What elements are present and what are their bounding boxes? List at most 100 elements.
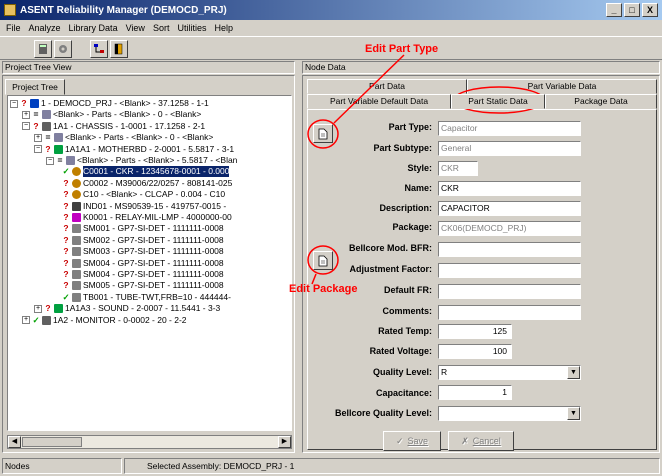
- tab-package-data[interactable]: Package Data: [545, 94, 657, 109]
- tree-row[interactable]: ? SM002 - GP7-SI-DET - 1111111-0008: [62, 235, 224, 246]
- tree-row[interactable]: −? 1A1 - CHASSIS - 1-0001 - 17.1258 - 2-1: [22, 121, 205, 132]
- menu-file[interactable]: File: [2, 23, 25, 33]
- menu-sort[interactable]: Sort: [149, 23, 174, 33]
- collapse-icon[interactable]: −: [22, 122, 30, 131]
- switch-icon: [72, 258, 81, 268]
- switch-icon: [72, 247, 81, 257]
- switch-icon: [72, 224, 81, 234]
- status-mark: ?: [63, 223, 69, 234]
- tree-row[interactable]: −? 1A1A1 - MOTHERBD - 2-0001 - 5.5817 - 3…: [34, 144, 234, 155]
- inductor-icon: [72, 201, 81, 211]
- tree-row-label: 1A1 - CHASSIS - 1-0001 - 17.1258 - 2-1: [53, 120, 206, 131]
- tree-row[interactable]: ✓ C0001 - CKR - 12345678-0001 - 0.000: [62, 166, 230, 178]
- tree-button[interactable]: [90, 40, 108, 58]
- status-mark: =: [57, 155, 63, 165]
- tree-icon: [94, 44, 104, 53]
- tree-row[interactable]: ? SM004 - GP7-SI-DET - 1111111-0008: [62, 269, 224, 280]
- gear-icon: [59, 45, 67, 53]
- rated-voltage-field[interactable]: 100: [438, 344, 512, 359]
- app-icon: [4, 4, 16, 16]
- tree-row[interactable]: ? IND01 - MS90539-15 - 419757-0015 -: [62, 201, 226, 212]
- tab-project-tree[interactable]: Project Tree: [5, 79, 65, 95]
- project-tree-panel: Project Tree −? 1 - DEMOCD_PRJ - <Blank> …: [2, 75, 295, 453]
- tree-row[interactable]: ? K0001 - RELAY-MIL-LMP - 4000000-00: [62, 212, 232, 223]
- bellcore-bfr-label: Bellcore Mod. BFR:: [348, 243, 432, 253]
- adjustment-factor-field[interactable]: [438, 263, 581, 278]
- tree-row[interactable]: ? C0002 - M39006/22/0257 - 808141-025: [62, 178, 232, 189]
- tree-row[interactable]: ? SM004 - GP7-SI-DET - 1111111-0008: [62, 258, 224, 269]
- menu-help[interactable]: Help: [210, 23, 237, 33]
- panel-splitter[interactable]: [297, 75, 301, 453]
- bellcore-quality-level-select[interactable]: ▼: [438, 406, 581, 421]
- board-icon: [54, 304, 63, 314]
- tree-row[interactable]: − = <Blank> - Parts - <Blank> - 5.5817 - <…: [46, 155, 237, 166]
- status-mark: ?: [63, 269, 69, 279]
- expand-icon[interactable]: +: [22, 110, 30, 119]
- menu-analyze[interactable]: Analyze: [25, 23, 65, 33]
- scroll-left-icon[interactable]: ◀: [8, 436, 21, 448]
- capacitance-label: Capacitance:: [375, 388, 432, 398]
- settings-button[interactable]: [54, 40, 72, 58]
- close-button[interactable]: X: [642, 3, 658, 17]
- cancel-button[interactable]: ✗ Cancel: [448, 431, 514, 451]
- default-fr-field[interactable]: [438, 284, 581, 299]
- default-fr-label: Default FR:: [384, 285, 432, 295]
- tree-row[interactable]: ✓ TB001 - TUBE-TWT,FRB=10 - 444444-: [62, 292, 231, 303]
- cancel-icon: ✗: [461, 435, 469, 446]
- collapse-icon[interactable]: −: [10, 99, 18, 108]
- expand-icon[interactable]: +: [22, 316, 30, 325]
- tab-part-static-data[interactable]: Part Static Data: [451, 94, 545, 109]
- tree-row-label: 1A1A3 - SOUND - 2-0007 - 11.5441 - 3-3: [65, 303, 221, 314]
- menu-library-data[interactable]: Library Data: [65, 23, 122, 33]
- name-field[interactable]: CKR: [438, 181, 581, 196]
- tree-row[interactable]: + ✓ 1A2 - MONITOR - 0-0002 - 20 - 2-2: [22, 315, 187, 326]
- capacitance-field[interactable]: 1: [438, 385, 512, 400]
- tab-part-variable-data[interactable]: Part Variable Data: [467, 79, 657, 94]
- chevron-down-icon[interactable]: ▼: [567, 366, 580, 379]
- status-mark: ?: [45, 303, 51, 314]
- tree-row-label: C10 - <Blank> - CLCAP - 0.004 - C10: [83, 189, 226, 200]
- tree-row[interactable]: ? SM001 - GP7-SI-DET - 1111111-0008: [62, 223, 224, 234]
- tree-row[interactable]: ? SM005 - GP7-SI-DET - 1111111-0008: [62, 280, 224, 291]
- chassis-icon: [42, 121, 51, 131]
- tree-row[interactable]: + = <Blank> - Parts - <Blank> - 0 - <Blank…: [34, 132, 213, 143]
- edit-package-button[interactable]: [313, 251, 333, 270]
- minimize-button[interactable]: _: [606, 3, 622, 17]
- menu-view[interactable]: View: [122, 23, 149, 33]
- scroll-thumb[interactable]: [22, 437, 82, 447]
- exit-button[interactable]: [110, 40, 128, 58]
- quality-level-select[interactable]: R ▼: [438, 365, 581, 380]
- maximize-button[interactable]: □: [624, 3, 640, 17]
- tree-row[interactable]: −? 1 - DEMOCD_PRJ - <Blank> - 37.1258 - 1…: [10, 98, 209, 109]
- tree-row-label: <Blank> - Parts - <Blank> - 0 - <Blank>: [53, 109, 202, 120]
- tree-row[interactable]: + = <Blank> - Parts - <Blank> - 0 - <Blank…: [22, 109, 201, 120]
- tree-row-label: 1A2 - MONITOR - 0-0002 - 20 - 2-2: [53, 314, 187, 325]
- tree-row-label: <Blank> - Parts - <Blank> - 5.5817 - <Bl…: [77, 155, 238, 165]
- calculator-button[interactable]: [34, 40, 52, 58]
- expand-icon[interactable]: +: [34, 304, 42, 313]
- collapse-icon[interactable]: −: [34, 145, 42, 154]
- tree-row-label: SM004 - GP7-SI-DET - 1111111-0008: [83, 257, 224, 268]
- chevron-down-icon[interactable]: ▼: [567, 407, 580, 420]
- bellcore-bfr-field[interactable]: [438, 242, 581, 257]
- status-mark: ?: [63, 177, 69, 188]
- style-field: CKR: [438, 161, 478, 176]
- tree-row[interactable]: +? 1A1A3 - SOUND - 2-0007 - 11.5441 - 3-3: [34, 303, 220, 314]
- edit-part-type-button[interactable]: [313, 124, 333, 143]
- menu-utilities[interactable]: Utilities: [173, 23, 210, 33]
- status-mark: ?: [21, 98, 27, 108]
- expand-icon[interactable]: +: [34, 133, 42, 142]
- horizontal-scrollbar[interactable]: ◀ ▶: [7, 435, 292, 449]
- tree-row[interactable]: ? C10 - <Blank> - CLCAP - 0.004 - C10: [62, 189, 225, 200]
- comments-field[interactable]: [438, 305, 581, 320]
- description-field[interactable]: CAPACITOR: [438, 201, 581, 216]
- tree-row-label: SM005 - GP7-SI-DET - 1111111-0008: [83, 280, 224, 291]
- rated-temp-field[interactable]: 125: [438, 324, 512, 339]
- collapse-icon[interactable]: −: [46, 156, 54, 165]
- tree-row-label: <Blank> - Parts - <Blank> - 0 - <Blank>: [65, 132, 214, 143]
- chassis-icon: [42, 315, 51, 325]
- scroll-right-icon[interactable]: ▶: [278, 436, 291, 448]
- save-button[interactable]: ✓ Save: [383, 431, 441, 451]
- capacitor-icon: [72, 190, 81, 200]
- tree-row[interactable]: ? SM003 - GP7-SI-DET - 1111111-0008: [62, 246, 224, 257]
